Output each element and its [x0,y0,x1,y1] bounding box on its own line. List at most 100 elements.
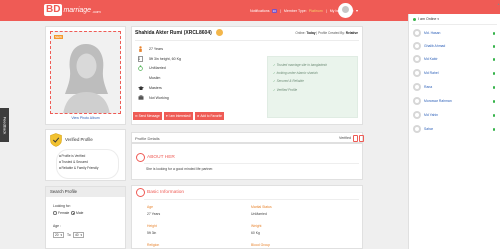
member-type-label: Member Type: [283,8,307,13]
field-label: Marital Status [251,205,272,209]
trust-points-box: Trusted marriage site in bangladesh look… [267,56,358,118]
male-radio-label: Male [76,211,84,215]
attribute-text: Not Working [149,95,169,100]
id-verified-icon [359,135,364,142]
logo-script: marriage [63,6,92,14]
avatar [413,125,421,133]
attribute-text: 5ft 3in height, 60 Kg [149,56,181,61]
verified-profile-card: Verified Profile Profile is Verified Tru… [45,129,126,181]
online-user-item[interactable]: Md. Hasan [413,29,498,38]
basic-information-title: Basic Information [147,190,185,195]
online-user-name: Rana [424,85,433,89]
about-her-text: She is looking for a good minded life pa… [146,167,214,171]
avatar [413,97,421,105]
attribute-age: 27 Years [137,44,181,54]
created-by-prefix: | Profile Created By: [316,31,345,35]
online-prefix: Online: [295,31,306,35]
female-silhouette-icon [51,32,120,113]
field-label: Blood Group [251,243,271,247]
age-to-select[interactable]: 40 [73,232,84,238]
view-photo-album-link[interactable]: View Photo Album [46,116,125,120]
avatar [413,83,421,91]
list-item: Reliable & Family Friendly [59,165,118,171]
online-user-item[interactable]: Md Yahin [413,111,498,120]
heart-section-icon [136,153,145,162]
verified-shield-icon [50,133,62,147]
notifications-link[interactable]: Notifications [250,9,270,13]
nav-separator: | [325,8,327,13]
online-user-name: Monowar Rahman [424,99,452,103]
online-dot-icon [492,114,495,117]
interested-button[interactable]: ♥ I am Interested! [163,112,193,120]
divider [144,199,359,200]
online-user-item[interactable]: Monowar Rahman [413,97,498,106]
trust-point: Verified Profile [273,86,357,94]
online-dot-icon [492,58,495,61]
online-status-text: Online: Today | Profile Created By: Rela… [295,31,358,35]
divider [135,40,359,41]
online-user-item[interactable]: Ghalib Ahmad [413,42,498,51]
divider [412,24,497,25]
online-dot-icon [492,45,495,48]
online-dot-icon [492,100,495,103]
online-value: Today [306,31,316,35]
avatar [413,69,421,77]
attribute-marital: UnMarried [137,64,181,74]
age-from-select[interactable]: 20 [53,232,64,238]
online-user-name: Md Rahel [424,71,439,75]
online-user-item[interactable]: Rana [413,83,498,92]
online-user-name: Md Kabir [424,57,438,61]
trust-point: Secured & Reliable [273,77,357,85]
age-to-label: To [67,233,71,237]
female-radio[interactable] [53,211,57,215]
member-type-value: Platinum [308,8,323,13]
online-user-item[interactable]: Sahar [413,125,498,134]
online-user-name: Sahar [424,127,434,131]
divider [144,163,359,164]
attribute-text: Masters [149,86,162,91]
chevron-down-icon[interactable]: ▾ [356,8,358,13]
add-to-favorite-button[interactable]: ★ Add to Favorite [194,112,224,120]
looking-for-label: Looking for: [53,204,71,208]
online-user-name: Md. Hasan [424,31,441,35]
attribute-work: Not Working [137,93,181,103]
religion-icon [137,75,144,81]
about-her-title: ABOUT HER [147,155,175,160]
profile-photo-card: NEW View Photo Album [45,26,126,125]
height-icon [137,55,144,62]
send-message-label: Send Message [138,114,160,118]
about-her-section: ABOUT HER She is looking for a good mind… [131,143,363,180]
profile-attributes: 27 Years 5ft 3in height, 60 Kg UnMarried… [137,44,181,103]
trust-point: looking under islamic shariah [273,69,357,77]
avatar [413,111,421,119]
attribute-education: Masters [137,83,181,93]
online-user-name: Ghalib Ahmad [424,44,446,48]
feedback-label: Feedback [2,116,8,134]
online-dot-icon [492,128,495,131]
profile-details-header: Profile Details Verified [131,132,364,143]
profile-actions: ✉ Send Message ♥ I am Interested! ★ Add … [133,112,226,120]
field-label: Weight [251,224,262,228]
profile-details-title: Profile Details [135,136,160,141]
profile-summary-card: Shahida Akter Rumi (XRCL8604) Online: To… [131,26,363,125]
send-message-button[interactable]: ✉ Send Message [133,112,162,120]
online-status-toggle[interactable]: I am Online ▾ [413,17,439,21]
attribute-text: UnMarried [149,66,166,71]
search-profile-title: Search Profile [46,187,125,197]
male-radio[interactable] [71,211,75,215]
basic-information-section: Basic Information Age 27 Years Marital S… [131,185,363,249]
created-by-value: Relative [345,31,358,35]
field-label: Age [147,205,154,209]
site-logo[interactable]: BD marriage .com [44,3,101,17]
logo-suffix: .com [92,9,101,14]
profile-photo[interactable]: NEW [50,31,121,114]
graduation-icon [137,85,144,91]
online-users-panel: I am Online ▾ Md. Hasan Ghalib Ahmad Md … [408,14,500,249]
online-user-item[interactable]: Md Kabir [413,55,498,64]
online-user-item[interactable]: Md Rahel [413,69,498,78]
logo-mark: BD [44,4,63,16]
user-avatar[interactable] [338,3,353,18]
interested-label: I am Interested! [168,114,191,118]
feedback-tab[interactable]: Feedback [0,108,9,142]
search-profile-card: Search Profile Looking for: Female Male … [45,186,126,249]
